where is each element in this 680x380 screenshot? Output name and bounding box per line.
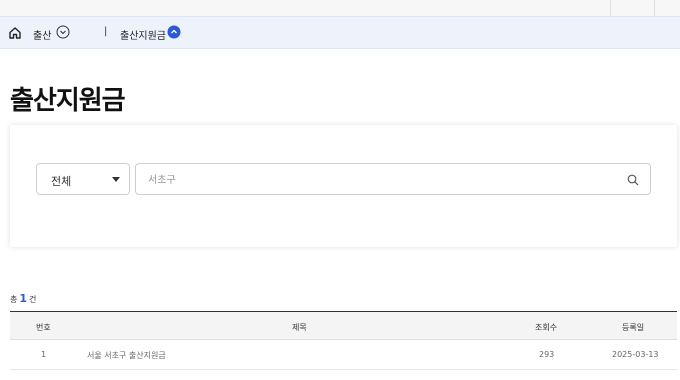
header-number: 번호 (36, 323, 51, 332)
header-views: 조회수 (535, 323, 558, 332)
row-views: 293 (539, 350, 555, 359)
caret-down-icon (112, 177, 120, 182)
result-count-suffix: 건 (29, 295, 37, 304)
chevron-up-icon[interactable] (167, 25, 181, 39)
breadcrumb-item-birth[interactable]: 출산 (33, 27, 51, 42)
breadcrumb: 출산 | 출산지원금 (0, 16, 680, 49)
divider (654, 0, 655, 16)
category-select-value: 전체 (51, 175, 72, 188)
result-count-number: 1 (19, 292, 28, 305)
search-input[interactable] (148, 171, 618, 189)
table-header: 번호 제목 조회수 등록일 (10, 312, 677, 340)
category-select[interactable]: 전체 (36, 163, 130, 195)
search-icon[interactable] (627, 174, 639, 186)
row-title-link[interactable]: 서울 서초구 출산지원금 (87, 350, 166, 361)
header-date: 등록일 (622, 323, 645, 332)
search-panel: 전체 (10, 125, 677, 247)
home-icon[interactable] (8, 26, 22, 40)
top-strip (0, 0, 680, 16)
result-count-prefix: 총 (10, 295, 18, 304)
result-count: 총1건 (10, 292, 36, 305)
divider (610, 0, 611, 16)
row-date: 2025-03-13 (612, 350, 659, 359)
search-field[interactable] (135, 163, 651, 195)
breadcrumb-item-birth-support[interactable]: 출산지원금 (120, 27, 166, 42)
page-title: 출산지원금 (10, 86, 126, 116)
row-number: 1 (41, 350, 47, 359)
table-row[interactable]: 1 서울 서초구 출산지원금 293 2025-03-13 (10, 340, 677, 370)
header-title: 제목 (292, 323, 307, 332)
breadcrumb-separator: | (104, 26, 108, 37)
results-table: 번호 제목 조회수 등록일 1 서울 서초구 출산지원금 293 2025-03… (10, 311, 677, 370)
chevron-down-icon[interactable] (56, 25, 70, 39)
